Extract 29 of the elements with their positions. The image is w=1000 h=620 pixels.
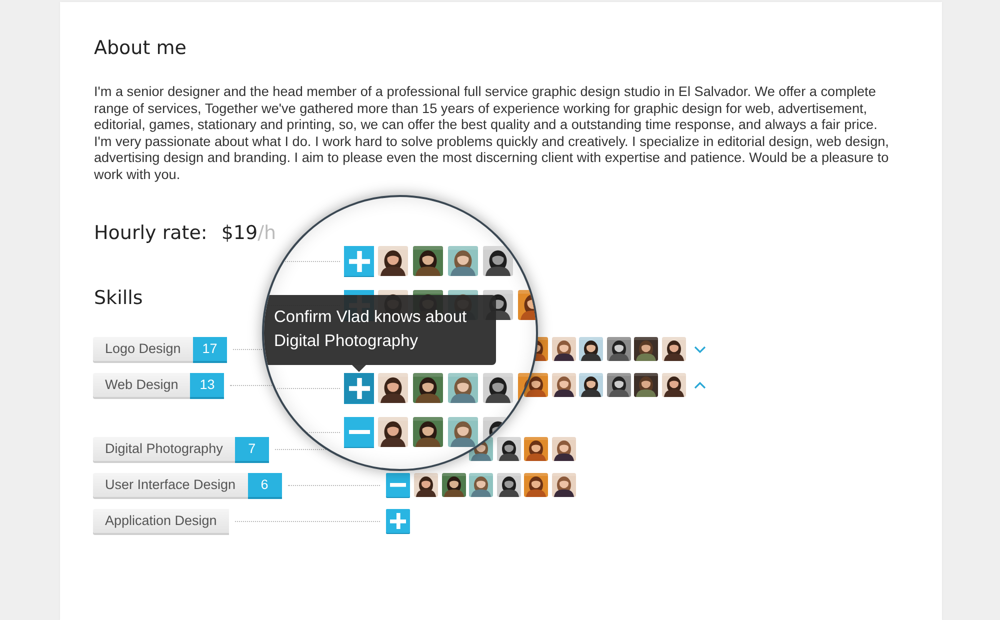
count-badge: 13 [190,373,224,397]
tooltip: Confirm Vlad knows about Digital Photography [264,295,496,365]
endorse-button[interactable] [386,473,410,497]
chevron-up-icon[interactable] [694,380,706,390]
skill-name[interactable]: Application Design [93,509,229,533]
skill-name[interactable]: Web Design [93,373,190,397]
plus-icon [390,512,406,530]
count-badge: 7 [234,437,269,461]
tooltip-arrow [352,365,366,372]
endorse-button[interactable] [344,246,374,276]
count-badge: 6 [248,473,282,497]
about-text: I'm a senior designer and the head member of a professional full service graphic design studio in El Salvador. We offer a complete range of services, Together we've gathered more than 15 years of experience working for graphic design for web, advertisement, editorial, games, stationary and printing, so, we can offer the best quality and a outstanding time response, and always a fair price. I'm very passionate about what I do. I work hard to solve problems quickly and creatively. I specialize in editorial design, web design, advertising design and branding. I aim to please even the most discerning client with expertise and patience. Would be a pleasure to work with you. [94,84,890,183]
rate-label: Hourly rate: [94,221,208,245]
endorse-button[interactable] [344,373,374,403]
section-heading: About me [94,36,188,60]
endorse-button[interactable] [386,509,410,533]
rate-amount: $19 [221,221,258,245]
rate-unit: /h [258,221,276,245]
minus-icon [390,483,406,487]
skill-name[interactable]: User Interface Design [93,473,248,497]
skill-name[interactable]: Logo Design [93,337,193,361]
plus-icon [348,250,370,272]
chevron-down-icon[interactable] [694,344,706,354]
skill-name[interactable]: Digital Photography [93,437,235,461]
endorse-button[interactable] [344,417,374,447]
section-heading: Skills [94,286,143,310]
count-badge: 17 [192,337,227,361]
plus-icon [348,378,370,398]
minus-icon [348,430,370,434]
